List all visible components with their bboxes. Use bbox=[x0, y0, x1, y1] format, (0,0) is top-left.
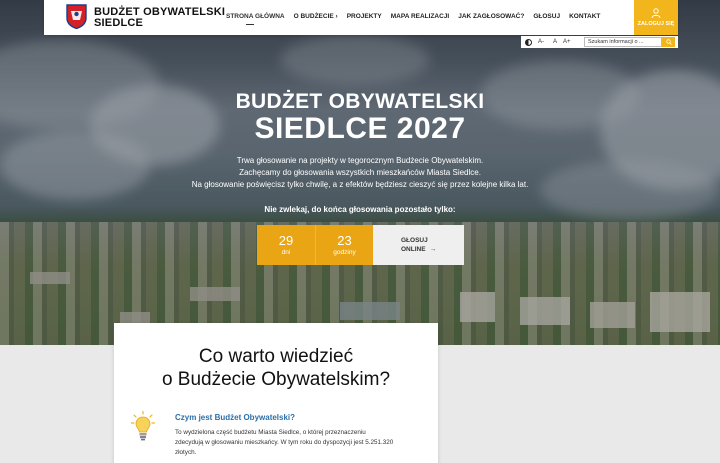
faq-answer: To wydzielona część budżetu Miasta Siedl… bbox=[175, 429, 394, 456]
nav-item-map[interactable]: MAPA REALIZACJI bbox=[391, 13, 450, 20]
contrast-toggle-icon[interactable] bbox=[525, 38, 532, 46]
hero-title-line1: BUDŻET OBYWATELSKI bbox=[235, 90, 485, 113]
lightbulb-icon bbox=[131, 411, 155, 441]
font-normal-button[interactable]: A bbox=[553, 39, 557, 45]
countdown-label: Nie zwlekaj, do końca głosowania pozosta… bbox=[264, 205, 456, 214]
hero-title-line2: SIEDLCE 2027 bbox=[254, 112, 466, 145]
site-header: BUDŻET OBYWATELSKI SIEDLCE STRONA GŁÓWNA… bbox=[44, 0, 678, 35]
countdown-days: 29 dni bbox=[257, 225, 315, 265]
faq-question[interactable]: Czym jest Budżet Obywatelski? bbox=[175, 413, 295, 422]
accessibility-bar: A- A A+ Szukam informacji o ... bbox=[521, 36, 678, 48]
nav-item-projects[interactable]: PROJEKTY bbox=[347, 13, 382, 20]
arrow-right-icon: → bbox=[429, 246, 437, 253]
font-smaller-button[interactable]: A- bbox=[538, 39, 544, 45]
nav-item-about[interactable]: O BUDŻECIE › bbox=[294, 13, 338, 20]
nav-item-vote[interactable]: GŁOSUJ bbox=[533, 13, 560, 20]
vote-online-button[interactable]: GŁOSUJ ONLINE → bbox=[373, 225, 464, 265]
user-icon bbox=[651, 8, 661, 18]
nav-item-home[interactable]: STRONA GŁÓWNA bbox=[226, 13, 285, 25]
search-icon bbox=[665, 39, 672, 45]
main-nav: STRONA GŁÓWNA O BUDŻECIE › PROJEKTY MAPA… bbox=[226, 13, 600, 25]
info-heading: Co warto wiedzieć o Budżecie Obywatelski… bbox=[161, 346, 391, 390]
nav-item-contact[interactable]: KONTAKT bbox=[569, 13, 600, 20]
nav-item-how-to-vote[interactable]: JAK ZAGŁOSOWAĆ? bbox=[458, 13, 524, 20]
search-button[interactable] bbox=[662, 37, 675, 47]
city-coat-of-arms-logo[interactable] bbox=[66, 4, 87, 29]
login-button[interactable]: ZALOGUJ SIĘ bbox=[634, 0, 678, 35]
search-input[interactable]: Szukam informacji o ... bbox=[584, 37, 662, 47]
brand-name[interactable]: BUDŻET OBYWATELSKI SIEDLCE bbox=[94, 7, 225, 29]
hero-lead: Trwa głosowanie na projekty w tegoroczny… bbox=[191, 156, 529, 189]
font-larger-button[interactable]: A+ bbox=[563, 39, 571, 45]
info-card: Co warto wiedzieć o Budżecie Obywatelski… bbox=[114, 323, 438, 463]
countdown-hours: 23 godziny bbox=[315, 225, 373, 265]
